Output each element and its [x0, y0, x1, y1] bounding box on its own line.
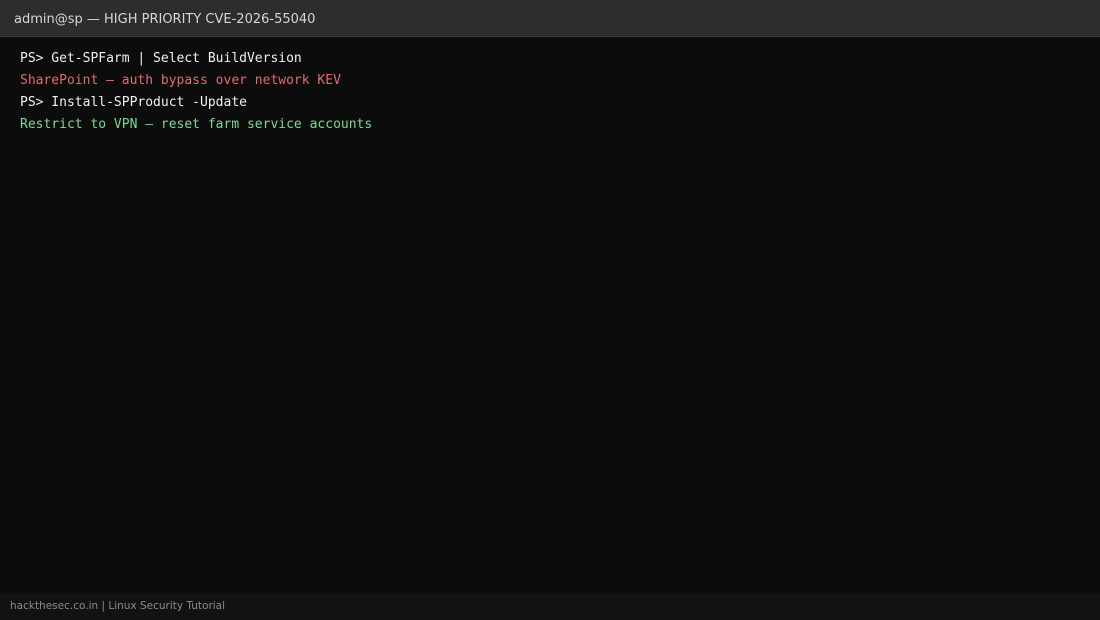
window-title: admin@sp — HIGH PRIORITY CVE-2026-55040 [14, 12, 316, 27]
terminal-line-remediation: Restrict to VPN — reset farm service acc… [20, 117, 373, 132]
footer-credit: hackthesec.co.in | Linux Security Tutori… [10, 600, 226, 612]
title-bar[interactable]: admin@sp — HIGH PRIORITY CVE-2026-55040 [0, 0, 1100, 37]
terminal-line-command: PS> Install-SPProduct -Update [20, 95, 247, 110]
terminal-line-alert: SharePoint — auth bypass over network KE… [20, 73, 341, 88]
footer-bar: hackthesec.co.in | Linux Security Tutori… [0, 593, 1100, 620]
terminal-output[interactable]: PS> Get-SPFarm | Select BuildVersion Sha… [20, 48, 1080, 136]
terminal-line-command: PS> Get-SPFarm | Select BuildVersion [20, 51, 302, 66]
terminal-window: admin@sp — HIGH PRIORITY CVE-2026-55040 … [0, 0, 1100, 620]
